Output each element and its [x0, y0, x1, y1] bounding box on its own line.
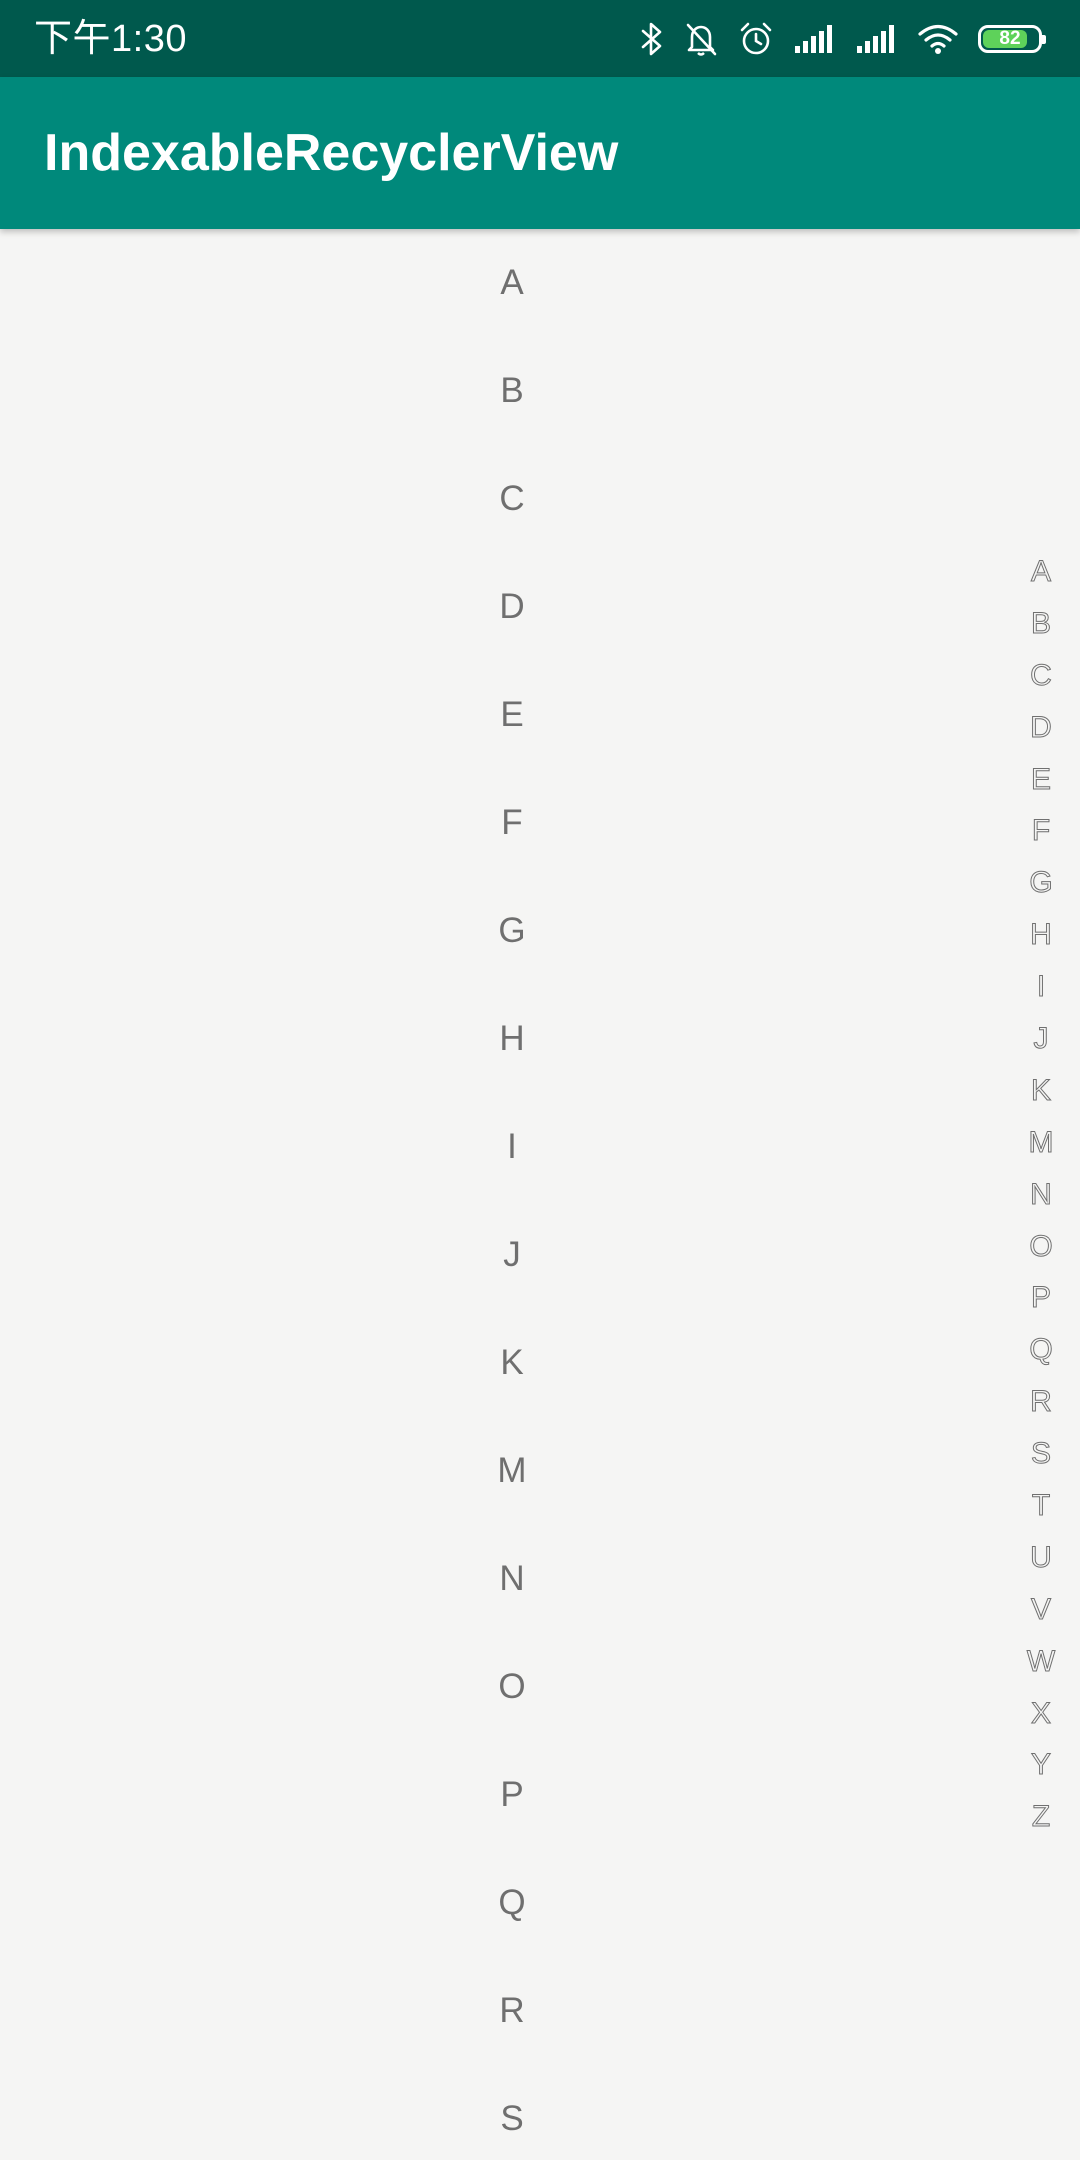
- list-item[interactable]: R: [0, 1957, 1024, 2065]
- list-item[interactable]: F: [0, 769, 1024, 877]
- index-letter-y[interactable]: Y: [1014, 1739, 1068, 1791]
- index-letter-p[interactable]: P: [1014, 1272, 1068, 1324]
- index-letter-n[interactable]: N: [1014, 1169, 1068, 1221]
- alarm-icon: [738, 21, 774, 57]
- list-item[interactable]: Q: [0, 1849, 1024, 1957]
- signal-icon: [856, 24, 898, 54]
- status-icons: 82: [640, 16, 1046, 62]
- bluetooth-icon: [640, 21, 664, 57]
- index-letter-o[interactable]: O: [1014, 1221, 1068, 1273]
- list-item[interactable]: G: [0, 877, 1024, 985]
- list-item[interactable]: B: [0, 337, 1024, 445]
- index-letter-z[interactable]: Z: [1014, 1791, 1068, 1843]
- list-item[interactable]: S: [0, 2065, 1024, 2160]
- list-item[interactable]: C: [0, 445, 1024, 553]
- index-bar[interactable]: ABCDEFGHIJKMNOPQRSTUVWXYZ: [1014, 546, 1068, 1843]
- list-item[interactable]: O: [0, 1633, 1024, 1741]
- battery-icon: 82: [978, 25, 1046, 53]
- index-letter-t[interactable]: T: [1014, 1480, 1068, 1532]
- index-letter-m[interactable]: M: [1014, 1117, 1068, 1169]
- battery-cap: [1042, 35, 1046, 44]
- index-letter-e[interactable]: E: [1014, 754, 1068, 806]
- battery-level: 82: [999, 28, 1021, 49]
- list-item[interactable]: K: [0, 1309, 1024, 1417]
- index-letter-v[interactable]: V: [1014, 1584, 1068, 1636]
- index-letter-w[interactable]: W: [1014, 1636, 1068, 1688]
- index-letter-u[interactable]: U: [1014, 1532, 1068, 1584]
- index-letter-j[interactable]: J: [1014, 1013, 1068, 1065]
- app-bar: IndexableRecyclerView: [0, 77, 1080, 229]
- index-letter-h[interactable]: H: [1014, 909, 1068, 961]
- index-letter-q[interactable]: Q: [1014, 1324, 1068, 1376]
- silent-bell-icon: [684, 21, 718, 57]
- wifi-icon: [918, 23, 958, 55]
- list-item[interactable]: A: [0, 229, 1024, 337]
- index-letter-a[interactable]: A: [1014, 546, 1068, 598]
- status-bar: 下午1:30 82: [0, 0, 1080, 77]
- index-letter-d[interactable]: D: [1014, 702, 1068, 754]
- list-item[interactable]: M: [0, 1417, 1024, 1525]
- list-item[interactable]: D: [0, 553, 1024, 661]
- index-letter-b[interactable]: B: [1014, 598, 1068, 650]
- page-title: IndexableRecyclerView: [44, 124, 619, 182]
- signal-icon: [794, 24, 836, 54]
- index-letter-r[interactable]: R: [1014, 1376, 1068, 1428]
- indexed-list[interactable]: ABCDEFGHIJKMNOPQRS: [0, 229, 1080, 2160]
- status-time: 下午1:30: [34, 18, 187, 60]
- index-letter-x[interactable]: X: [1014, 1688, 1068, 1740]
- index-letter-s[interactable]: S: [1014, 1428, 1068, 1480]
- index-letter-f[interactable]: F: [1014, 805, 1068, 857]
- index-letter-k[interactable]: K: [1014, 1065, 1068, 1117]
- index-letter-c[interactable]: C: [1014, 650, 1068, 702]
- index-letter-g[interactable]: G: [1014, 857, 1068, 909]
- index-letter-i[interactable]: I: [1014, 961, 1068, 1013]
- list-item[interactable]: E: [0, 661, 1024, 769]
- list-item[interactable]: J: [0, 1201, 1024, 1309]
- list-item[interactable]: N: [0, 1525, 1024, 1633]
- list-item[interactable]: I: [0, 1093, 1024, 1201]
- list-item[interactable]: H: [0, 985, 1024, 1093]
- list-item[interactable]: P: [0, 1741, 1024, 1849]
